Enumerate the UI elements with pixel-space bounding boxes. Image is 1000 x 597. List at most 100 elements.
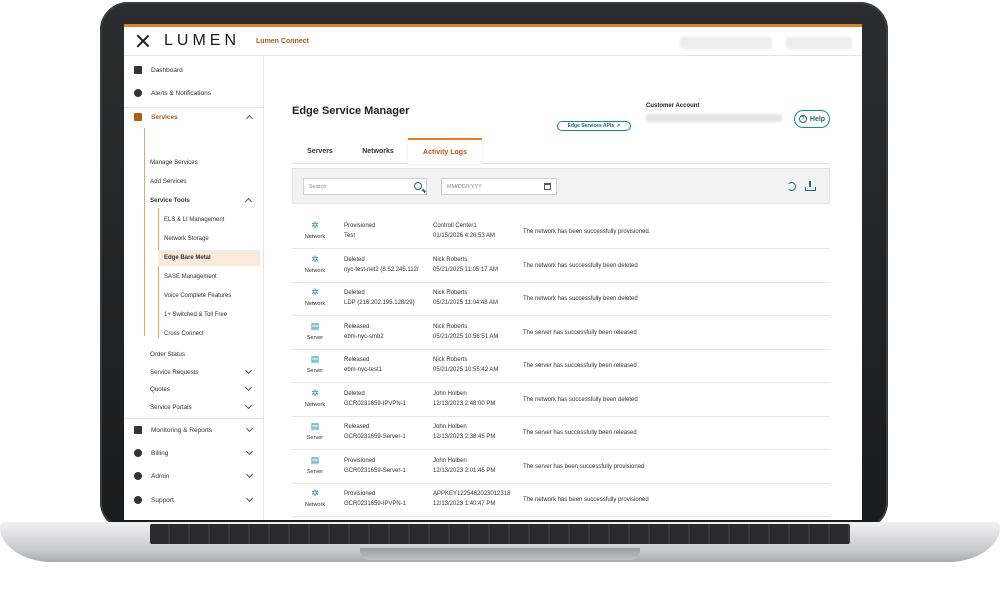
close-icon[interactable] — [136, 34, 150, 48]
download-icon[interactable] — [805, 181, 816, 191]
row-target: nyc-test-net2 (8.52.245.112/ — [344, 266, 419, 273]
row-type: ✲ Network — [300, 388, 330, 408]
tab-activity-logs[interactable]: Activity Logs — [408, 138, 482, 164]
sidebar-item-admin[interactable]: Admin — [124, 466, 264, 486]
help-button[interactable]: ? Help — [794, 110, 830, 128]
table-row[interactable]: ▤ Server Released ebm-nyc-test1 Nick Roberts… — [292, 350, 830, 383]
row-action: Provisioned — [344, 457, 376, 464]
table-row[interactable]: ▤ Server Released GCR0231659-Server-1 John H… — [292, 417, 830, 450]
user-icon — [134, 472, 142, 480]
server-icon: ▤ — [310, 454, 320, 465]
sidebar-item-order-status[interactable]: Order Status — [150, 351, 185, 358]
sidebar-item-service-requests[interactable]: Service Requests — [150, 369, 199, 376]
calendar-icon[interactable] — [544, 183, 551, 190]
filter-bar: Search MM/DD/YYYY — [292, 168, 830, 204]
sidebar-item-services[interactable]: Services — [124, 107, 264, 127]
table-row[interactable]: ✲ Network Deleted nyc-test-net2 (8.52.245.1… — [292, 250, 830, 283]
globe-icon — [134, 496, 142, 504]
chevron-down-icon — [245, 447, 254, 456]
server-icon: ▤ — [310, 421, 320, 431]
refresh-icon[interactable] — [787, 182, 796, 191]
row-timestamp: 12/13/2023 2:48:00 PM — [433, 400, 496, 407]
sidebar-item-sase[interactable]: SASE Management — [164, 274, 217, 280]
account-selector[interactable] — [680, 37, 772, 49]
row-type: ✲ Network — [300, 220, 330, 240]
table-row[interactable]: ▤ Server Released ebm-nyc-smb2 Nick Roberts 0… — [292, 317, 830, 350]
edge-services-apis-button[interactable]: Edge Services APIs ↗ — [557, 121, 631, 131]
table-row[interactable]: ✲ Network Provisioned GCR0231659-IPVPN-1 APP… — [292, 484, 830, 517]
row-message: The network has been successfully provis… — [523, 497, 649, 503]
tab-bar: Servers Networks Activity Logs — [292, 138, 830, 164]
sidebar-item-cross-connect[interactable]: Cross Connect — [164, 331, 204, 337]
sidebar-item-support[interactable]: Support — [124, 490, 264, 510]
user-menu[interactable] — [786, 37, 852, 49]
row-timestamp: 12/13/2023 2:38:45 PM — [433, 434, 496, 440]
row-message: The server has successfully been release… — [523, 430, 637, 436]
top-bar: LUMEN Lumen Connect — [124, 24, 862, 56]
row-user: John Holben — [433, 390, 467, 397]
table-row[interactable]: ✲ Network Provisioned Test Controll Center1 0… — [292, 216, 830, 249]
row-timestamp: 05/21/2025 10:56:51 AM — [433, 333, 499, 340]
row-user: John Holben — [433, 424, 467, 430]
row-user: Nick Roberts — [433, 290, 468, 296]
sidebar-item-edge-bare-metal[interactable]: Edge Bare Metal — [164, 255, 211, 261]
row-type-label: Server — [306, 468, 324, 475]
row-type-label: Server — [306, 435, 324, 441]
row-timestamp: 01/15/2026 4:26:53 AM — [433, 233, 496, 239]
sidebar-item-service-tools[interactable]: Service Tools — [150, 197, 190, 204]
network-icon: ✲ — [311, 488, 319, 498]
row-target: ebm-nyc-smb2 — [344, 333, 384, 340]
row-type-label: Server — [306, 368, 324, 374]
row-type: ▤ Server — [300, 354, 330, 374]
tab-servers[interactable]: Servers — [292, 138, 348, 164]
network-icon: ✲ — [311, 287, 319, 297]
row-target: GCR0231659-Server-1 — [344, 467, 406, 474]
sidebar-item-alerts[interactable]: Alerts & Notifications — [124, 83, 264, 103]
row-type-label: Network — [304, 234, 326, 240]
sidebar-item-add-services[interactable]: Add Services — [150, 178, 186, 185]
sidebar-item-els-li[interactable]: ELS & LI Management — [164, 217, 224, 223]
sidebar-item-billing[interactable]: Billing — [124, 443, 264, 463]
search-input[interactable]: Search — [303, 178, 427, 195]
sidebar-item-voice[interactable]: Voice Complete Features — [164, 293, 231, 299]
sidebar-item-switched[interactable]: 1+ Switched & Toll Free — [164, 312, 227, 318]
row-timestamp: 12/13/2023 2:01:46 PM — [433, 467, 496, 474]
sidebar-item-quotes[interactable]: Quotes — [150, 386, 170, 393]
table-row[interactable]: ✲ Network Deleted GCR0231659-IPVPN-1 John Ho… — [292, 384, 830, 417]
row-target: GCR0231659-IPVPN-1 — [344, 400, 407, 407]
chevron-down-icon — [244, 401, 253, 410]
row-type: ▤ Server — [300, 455, 330, 475]
date-input[interactable]: MM/DD/YYYY — [441, 178, 557, 195]
sidebar-item-dashboard[interactable]: Dashboard — [124, 60, 264, 80]
chevron-down-icon — [245, 494, 254, 503]
chevron-up-icon — [245, 114, 254, 123]
row-target: Test — [344, 233, 356, 239]
row-user: Nick Roberts — [433, 256, 468, 263]
row-target: GCR0231659-IPVPN-1 — [344, 501, 407, 507]
table-row[interactable]: ✲ Network Deleted LDP (216.202.195.128/29) N… — [292, 283, 830, 316]
network-icon: ✲ — [311, 220, 319, 230]
row-user: Nick Roberts — [433, 357, 468, 363]
bell-icon — [134, 89, 142, 97]
laptop-notch — [360, 548, 640, 560]
row-action: Released — [344, 357, 370, 363]
sidebar-item-monitoring[interactable]: Monitoring & Reports — [124, 420, 264, 440]
sidebar-item-manage-services[interactable]: Manage Services — [150, 159, 198, 166]
chevron-down-icon — [245, 424, 254, 433]
row-type: ✲ Network — [300, 287, 330, 307]
product-name: Lumen Connect — [256, 37, 309, 45]
row-target: LDP (216.202.195.128/29) — [344, 300, 415, 306]
customer-account-label: Customer Account — [646, 103, 700, 109]
search-icon[interactable] — [414, 182, 422, 190]
customer-account-value — [646, 114, 782, 122]
server-icon: ▤ — [310, 320, 320, 331]
divider — [124, 418, 264, 419]
brand-logo: LUMEN — [164, 32, 241, 49]
sidebar-item-service-portals[interactable]: Service Portals — [150, 404, 192, 411]
sidebar-item-network-storage[interactable]: Network Storage — [164, 236, 209, 242]
tab-networks[interactable]: Networks — [348, 138, 408, 164]
table-row[interactable]: ▤ Server Provisioned GCR0231659-Server-1 Joh… — [292, 451, 830, 484]
row-action: Released — [344, 323, 370, 330]
row-action: Provisioned — [344, 223, 376, 229]
row-user: Controll Center1 — [433, 223, 477, 229]
